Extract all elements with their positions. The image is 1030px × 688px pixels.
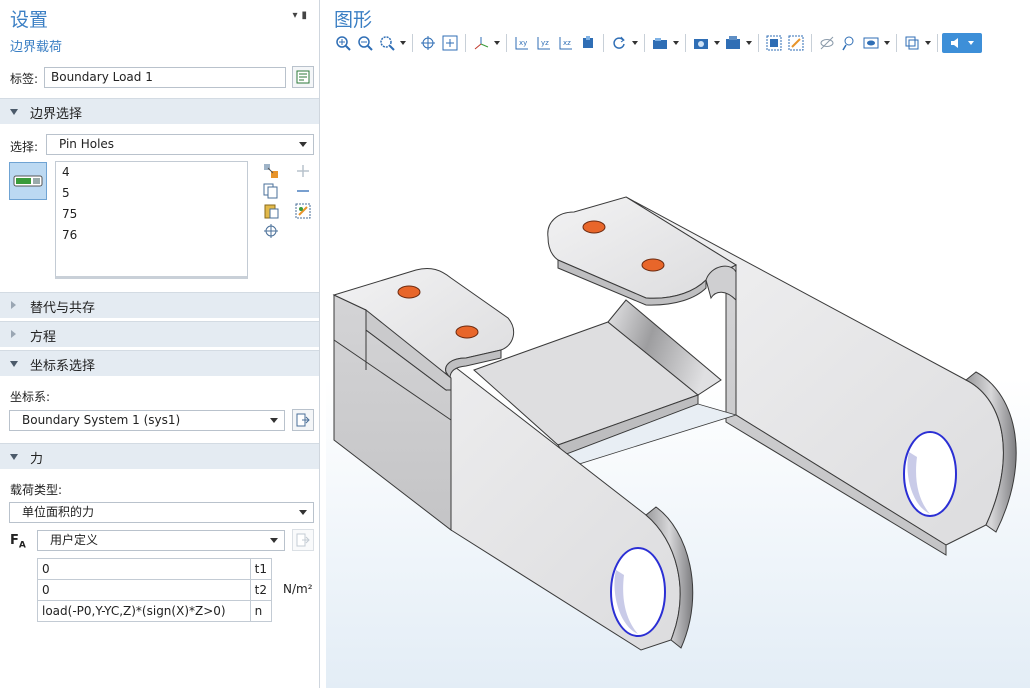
table-row: load(-P0,Y-YC,Z)*(sign(X)*Z>0) n xyxy=(37,600,273,622)
clipboard-icon[interactable] xyxy=(262,203,280,219)
text-edit-icon xyxy=(296,70,310,84)
expanded-icon xyxy=(10,454,18,460)
pin-hole-face[interactable] xyxy=(582,220,606,234)
component-label: t1 xyxy=(249,558,273,580)
section-label: 力 xyxy=(30,452,44,467)
fa-go-to-source-button[interactable] xyxy=(292,529,314,551)
list-item[interactable]: 4 xyxy=(56,162,247,183)
graphics-window: 图形 xy yz xz xyxy=(326,0,1030,688)
chevron-down-icon xyxy=(270,538,278,543)
fa-symbol-letter: F xyxy=(10,533,19,548)
component-value-input[interactable]: load(-P0,Y-YC,Z)*(sign(X)*Z>0) xyxy=(37,600,251,622)
go-to-source-icon xyxy=(296,533,310,547)
component-value-input[interactable]: 0 xyxy=(37,558,251,580)
component-label: n xyxy=(249,600,273,622)
chevron-down-icon xyxy=(270,418,278,423)
label-edit-button[interactable] xyxy=(292,66,314,88)
coordinate-caption: 坐标系: xyxy=(10,390,51,404)
fa-symbol: FA xyxy=(10,533,26,551)
app-root: 设置 ▾▮ 边界载荷 标签: Boundary Load 1 边界选择 选择: … xyxy=(0,0,1030,688)
label-input[interactable]: Boundary Load 1 xyxy=(44,67,286,88)
copy-selection-icon[interactable] xyxy=(262,183,280,199)
selection-listbox[interactable]: 4 5 75 76 xyxy=(55,161,248,279)
fa-dropdown[interactable]: 用户定义 xyxy=(37,530,285,551)
selection-dropdown[interactable]: Pin Holes xyxy=(46,134,314,155)
clear-selection-icon[interactable] xyxy=(294,203,312,219)
selection-value: Pin Holes xyxy=(59,137,115,151)
component-value-input[interactable]: 0 xyxy=(37,579,251,601)
go-to-source-icon xyxy=(296,413,310,427)
settings-panel: 设置 ▾▮ 边界载荷 标签: Boundary Load 1 边界选择 选择: … xyxy=(0,0,320,688)
force-components-table: 0 t1 0 t2 load(-P0,Y-YC,Z)*(sign(X)*Z>0)… xyxy=(37,558,273,622)
selection-toggle-icon xyxy=(13,175,43,187)
go-to-source-button[interactable] xyxy=(292,409,314,431)
list-item[interactable]: 75 xyxy=(56,204,247,225)
expanded-icon xyxy=(10,109,18,115)
pin-icon[interactable]: ▮ xyxy=(301,10,311,21)
fa-value: 用户定义 xyxy=(50,533,99,547)
pin-hole-face[interactable] xyxy=(641,258,665,272)
panel-controls[interactable]: ▾▮ xyxy=(292,10,311,21)
load-type-caption: 载荷类型: xyxy=(10,483,63,497)
coordinate-value: Boundary System 1 (sys1) xyxy=(22,413,181,427)
load-type-dropdown[interactable]: 单位面积的力 xyxy=(9,502,314,523)
panel-title: 设置 xyxy=(10,9,49,31)
unit-label: N/m² xyxy=(283,582,313,596)
pin-hole-face[interactable] xyxy=(397,285,421,299)
chevron-down-icon xyxy=(299,142,307,147)
fa-symbol-subscript: A xyxy=(18,540,26,551)
paste-selection-icon[interactable] xyxy=(262,163,280,179)
zoom-to-selection-icon[interactable] xyxy=(262,223,280,239)
load-type-value: 单位面积的力 xyxy=(22,505,95,519)
table-row: 0 t2 xyxy=(37,579,273,601)
component-label: t2 xyxy=(249,579,273,601)
section-override[interactable]: 替代与共存 xyxy=(0,292,319,318)
coordinate-dropdown[interactable]: Boundary System 1 (sys1) xyxy=(9,410,285,431)
section-boundary-selection[interactable]: 边界选择 xyxy=(0,98,319,124)
section-label: 边界选择 xyxy=(30,107,83,122)
panel-subtitle: 边界载荷 xyxy=(10,40,63,55)
chevron-down-icon xyxy=(299,510,307,515)
table-row: 0 t1 xyxy=(37,558,273,580)
collapsed-icon xyxy=(11,330,16,338)
collapsed-icon xyxy=(11,301,16,309)
list-item[interactable]: 5 xyxy=(56,183,247,204)
section-label: 坐标系选择 xyxy=(30,359,96,374)
expanded-icon xyxy=(10,361,18,367)
add-icon[interactable] xyxy=(294,163,312,179)
activate-selection-button[interactable] xyxy=(9,162,47,200)
label-caption: 标签: xyxy=(10,72,39,86)
section-coordinate-selection[interactable]: 坐标系选择 xyxy=(0,350,319,376)
section-equation[interactable]: 方程 xyxy=(0,321,319,347)
section-force[interactable]: 力 xyxy=(0,443,319,469)
section-label: 替代与共存 xyxy=(30,301,96,316)
list-item[interactable]: 76 xyxy=(56,225,247,246)
selection-caption: 选择: xyxy=(10,140,39,154)
model-viewport[interactable] xyxy=(326,0,1030,688)
section-label: 方程 xyxy=(30,330,57,345)
pin-hole-face[interactable] xyxy=(455,325,479,339)
remove-icon[interactable] xyxy=(294,183,312,199)
